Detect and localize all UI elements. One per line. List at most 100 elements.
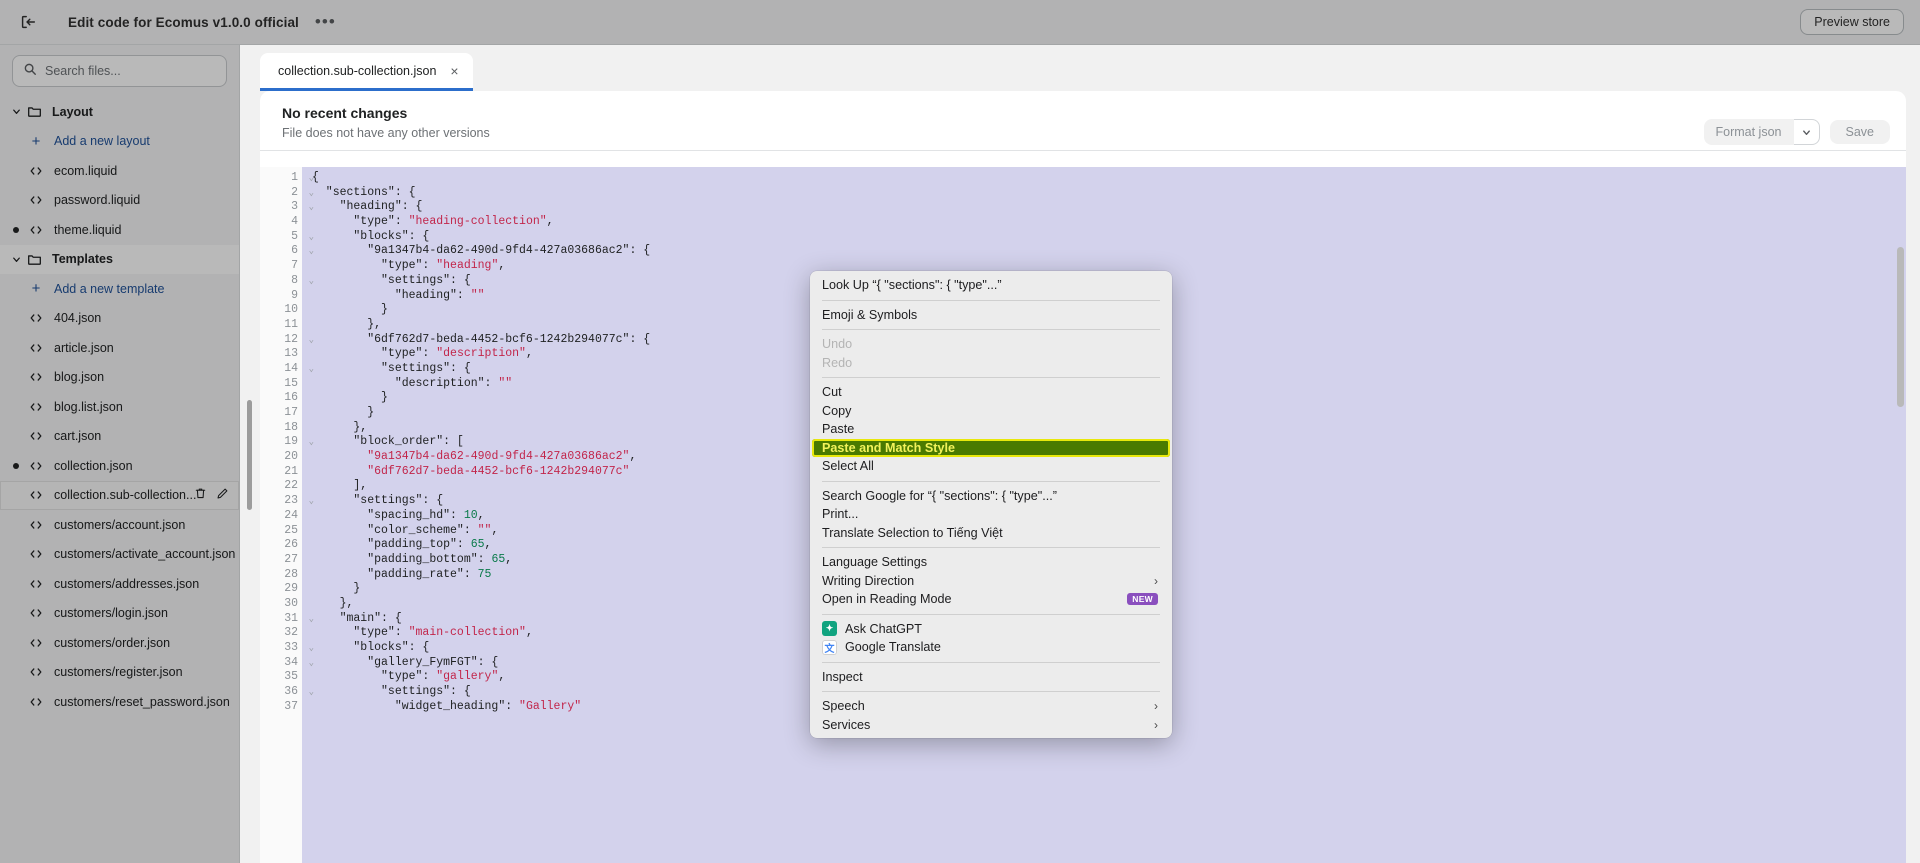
exit-icon[interactable] xyxy=(14,8,42,36)
file-row[interactable]: customers/activate_account.json xyxy=(0,540,239,570)
fold-chevron-icon[interactable]: ⌄ xyxy=(309,333,314,348)
menu-item-paste-and-match-style[interactable]: Paste and Match Style xyxy=(812,438,1170,457)
fold-chevron-icon[interactable]: ⌄ xyxy=(309,685,314,700)
file-row[interactable]: 404.json xyxy=(0,304,239,334)
code-icon xyxy=(26,577,46,591)
code-icon xyxy=(26,665,46,679)
file-row[interactable]: customers/register.json xyxy=(0,658,239,688)
add-row[interactable]: + Add a new layout xyxy=(0,127,239,157)
fold-chevron-icon[interactable]: ⌄ xyxy=(309,244,314,259)
menu-item-label: Copy xyxy=(822,403,852,418)
close-icon[interactable]: × xyxy=(450,63,458,79)
menu-item-services[interactable]: Services › xyxy=(810,716,1172,735)
file-row[interactable]: customers/reset_password.json xyxy=(0,687,239,717)
menu-item-writing-direction[interactable]: Writing Direction › xyxy=(810,572,1172,591)
sidebar-scrollbar[interactable] xyxy=(247,400,252,510)
row-label: collection.json xyxy=(54,458,133,473)
code-line: "sections": { xyxy=(312,185,416,199)
save-button[interactable]: Save xyxy=(1829,120,1890,144)
fold-chevron-icon[interactable]: ⌄ xyxy=(309,435,314,450)
menu-item-translate-selection-to-ti-ng-vi-t[interactable]: Translate Selection to Tiếng Việt xyxy=(810,524,1172,543)
file-row[interactable]: collection.sub-collection... xyxy=(0,480,239,510)
format-json-button[interactable]: Format json xyxy=(1703,119,1794,145)
preview-store-button[interactable]: Preview store xyxy=(1800,9,1904,35)
menu-separator xyxy=(822,691,1160,692)
menu-item-label: Redo xyxy=(822,355,853,370)
code-line: "heading": { xyxy=(312,200,423,214)
fold-chevron-icon[interactable]: ⌄ xyxy=(309,230,314,245)
menu-item-emoji-symbols[interactable]: Emoji & Symbols xyxy=(810,306,1172,325)
fold-chevron-icon[interactable]: ⌄ xyxy=(309,641,314,656)
fold-chevron-icon[interactable]: ⌄ xyxy=(309,171,314,186)
file-row[interactable]: customers/account.json xyxy=(0,510,239,540)
menu-separator xyxy=(822,329,1160,330)
fold-chevron-icon[interactable]: ⌄ xyxy=(309,186,314,201)
unsaved-dot xyxy=(13,462,19,469)
menu-item-look-up-sections-type[interactable]: Look Up “{ "sections": { "type"...” xyxy=(810,276,1172,295)
fold-chevron-icon[interactable]: ⌄ xyxy=(309,656,314,671)
menu-item-label: Speech xyxy=(822,699,865,714)
file-row[interactable]: blog.list.json xyxy=(0,392,239,422)
line-number: 31 ⌄ xyxy=(284,611,314,625)
editor-header-actions: Format json Save xyxy=(1703,119,1890,145)
trash-icon[interactable] xyxy=(194,487,207,503)
row-label: customers/account.json xyxy=(54,517,186,532)
chevron-down-icon[interactable] xyxy=(1793,119,1820,145)
fold-chevron-icon[interactable]: ⌄ xyxy=(309,274,314,289)
menu-item-google-translate[interactable]: 文 Google Translate xyxy=(810,638,1172,657)
file-row[interactable]: customers/addresses.json xyxy=(0,569,239,599)
code-icon xyxy=(26,488,46,502)
row-label: ecom.liquid xyxy=(54,163,118,178)
menu-item-language-settings[interactable]: Language Settings xyxy=(810,553,1172,572)
menu-item-select-all[interactable]: Select All xyxy=(810,457,1172,476)
folder-row-layout[interactable]: Layout xyxy=(0,97,239,127)
row-label: customers/register.json xyxy=(54,665,183,680)
menu-item-search-google-for-sections-type[interactable]: Search Google for “{ "sections": { "type… xyxy=(810,487,1172,506)
file-row[interactable]: password.liquid xyxy=(0,186,239,216)
tab-collection-sub-collection[interactable]: collection.sub-collection.json × xyxy=(260,53,473,91)
menu-item-ask-chatgpt[interactable]: ✦ Ask ChatGPT xyxy=(810,620,1172,639)
file-row[interactable]: collection.json xyxy=(0,451,239,481)
file-tree: Layout + Add a new layout ecom.liquid passwo… xyxy=(0,93,239,717)
vertical-scrollbar[interactable] xyxy=(1897,247,1904,407)
line-number: 28 xyxy=(284,567,298,581)
pencil-icon[interactable] xyxy=(216,487,229,503)
chevron-down-icon[interactable] xyxy=(8,254,24,265)
menu-item-print[interactable]: Print... xyxy=(810,505,1172,524)
code-icon xyxy=(26,547,46,561)
more-actions-button[interactable]: ••• xyxy=(315,13,336,30)
menu-item-copy[interactable]: Copy xyxy=(810,402,1172,421)
file-row[interactable]: cart.json xyxy=(0,422,239,452)
menu-item-undo: Undo xyxy=(810,335,1172,354)
add-row[interactable]: + Add a new template xyxy=(0,274,239,304)
fold-chevron-icon[interactable]: ⌄ xyxy=(309,612,314,627)
file-row[interactable]: customers/order.json xyxy=(0,628,239,658)
fold-chevron-icon[interactable]: ⌄ xyxy=(309,362,314,377)
chevron-right-icon: › xyxy=(1154,699,1158,714)
chatgpt-icon: ✦ xyxy=(822,621,837,637)
file-row[interactable]: ecom.liquid xyxy=(0,156,239,186)
folder-row-templates[interactable]: Templates xyxy=(0,244,239,274)
file-row[interactable]: article.json xyxy=(0,333,239,363)
line-number: 17 xyxy=(284,406,298,419)
context-menu[interactable]: Look Up “{ "sections": { "type"...” Emoji… xyxy=(810,271,1172,738)
menu-item-speech[interactable]: Speech › xyxy=(810,697,1172,716)
format-json-group[interactable]: Format json xyxy=(1703,119,1820,145)
fold-chevron-icon[interactable]: ⌄ xyxy=(309,200,314,215)
file-row[interactable]: customers/login.json xyxy=(0,599,239,629)
fold-chevron-icon[interactable]: ⌄ xyxy=(309,494,314,509)
file-row[interactable]: theme.liquid xyxy=(0,215,239,245)
menu-item-paste[interactable]: Paste xyxy=(810,420,1172,439)
file-row[interactable]: blog.json xyxy=(0,363,239,393)
code-icon xyxy=(26,518,46,532)
row-label: Templates xyxy=(52,252,113,267)
chevron-down-icon[interactable] xyxy=(8,106,24,117)
menu-item-label: Print... xyxy=(822,507,859,522)
row-actions xyxy=(194,487,229,503)
search-icon xyxy=(23,62,37,81)
search-input[interactable]: Search files... xyxy=(12,55,227,87)
menu-item-cut[interactable]: Cut xyxy=(810,383,1172,402)
menu-item-open-in-reading-mode[interactable]: Open in Reading Mode NEW xyxy=(810,590,1172,609)
row-label: cart.json xyxy=(54,429,102,444)
menu-item-inspect[interactable]: Inspect xyxy=(810,668,1172,687)
